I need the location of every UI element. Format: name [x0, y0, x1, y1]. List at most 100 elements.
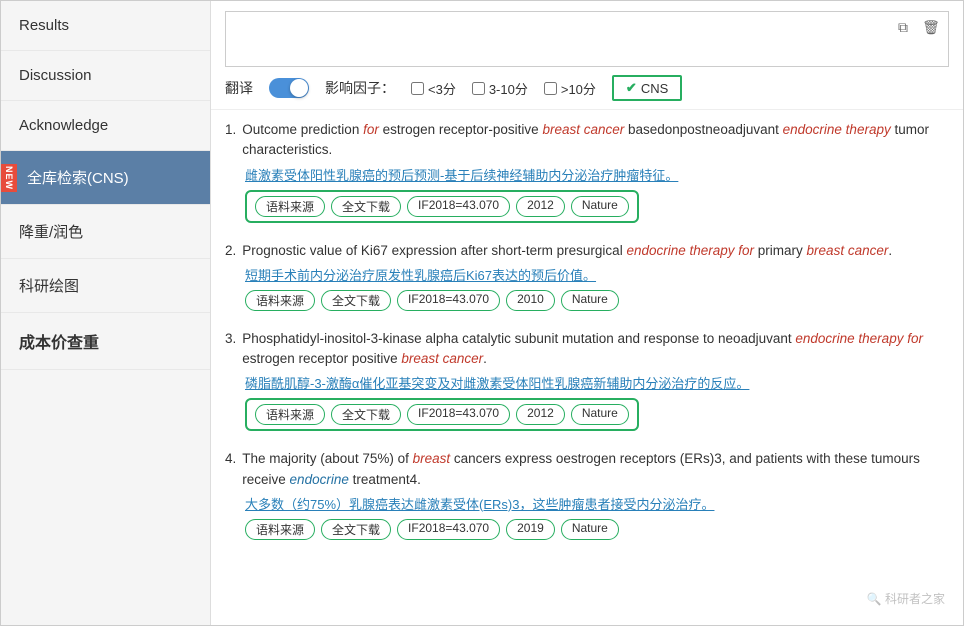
result-translated[interactable]: 磷脂酰肌醇-3-激酶α催化亚基突变及对雌激素受体阳性乳腺癌新辅助内分泌治疗的反应… [245, 373, 949, 392]
title-normal: Outcome prediction [242, 122, 363, 137]
tag[interactable]: IF2018=43.070 [397, 519, 500, 540]
filter-gt10-checkbox[interactable] [544, 82, 557, 95]
result-title-text: Outcome prediction for estrogen receptor… [242, 120, 949, 161]
cns-label: CNS [641, 81, 668, 96]
new-badge: NEW [1, 164, 17, 192]
sidebar-item-label: Discussion [19, 67, 92, 84]
tag[interactable]: IF2018=43.070 [397, 290, 500, 311]
title-italic-red: breast cancer [807, 243, 889, 258]
result-title-row: 2. Prognostic value of Ki67 expression af… [225, 241, 949, 261]
title-normal: primary [754, 243, 807, 258]
result-title-row: 1.Outcome prediction for estrogen recept… [225, 120, 949, 161]
title-normal: . [483, 351, 487, 366]
main-panel: ⧉ 🗑 翻译 影响因子： <3分 3-10分 >10分 [211, 1, 963, 625]
title-italic-red: en [795, 331, 810, 346]
title-italic-red: breast [413, 451, 451, 466]
sidebar-item-results[interactable]: Results [1, 1, 210, 51]
tag[interactable]: Nature [561, 519, 619, 540]
copy-icon[interactable]: ⧉ [892, 16, 914, 38]
title-normal: estrogen receptor-positive [379, 122, 543, 137]
sidebar-item-label: Results [19, 17, 69, 34]
filter-gt10[interactable]: >10分 [544, 79, 596, 98]
result-title-row: 3. Phosphatidyl-inositol-3-kinase alpha c… [225, 329, 949, 370]
tag[interactable]: 语料来源 [255, 404, 325, 425]
tag[interactable]: 2010 [506, 290, 555, 311]
title-italic-red: crine therapy [813, 122, 891, 137]
sidebar-item-label: Acknowledge [19, 117, 108, 134]
tag[interactable]: 全文下载 [321, 519, 391, 540]
tag[interactable]: Nature [561, 290, 619, 311]
title-normal: Prognostic value of Ki67 expression afte… [242, 243, 626, 258]
sidebar-item-discussion[interactable]: Discussion [1, 51, 210, 101]
title-normal: cancers express oestrogen receptors (ERs… [450, 451, 819, 466]
tag[interactable]: IF2018=43.070 [407, 196, 510, 217]
sidebar-item-full-search[interactable]: NEW 全库检索(CNS) [1, 151, 210, 205]
impact-label: 影响因子： [325, 78, 395, 98]
result-title-text: Prognostic value of Ki67 expression afte… [242, 241, 949, 261]
title-italic-red: breast cancer [401, 351, 483, 366]
results-list: 1.Outcome prediction for estrogen recept… [211, 110, 963, 625]
result-num: 1. [225, 120, 236, 161]
title-normal: The majority (about 75%) of [242, 451, 412, 466]
filter-lt3[interactable]: <3分 [411, 79, 456, 98]
title-normal: treatment4. [349, 472, 421, 487]
tag[interactable]: 全文下载 [321, 290, 391, 311]
sidebar-item-image-color[interactable]: 降重/润色 [1, 205, 210, 259]
tag[interactable]: 语料来源 [255, 196, 325, 217]
filter-3to10-checkbox[interactable] [472, 82, 485, 95]
title-italic-red: docrine therapy [810, 331, 907, 346]
result-item: 4.The majority (about 75%) of breast can… [225, 449, 949, 540]
tag[interactable]: Nature [571, 404, 629, 425]
title-italic-red: endo [783, 122, 813, 137]
result-translated[interactable]: 大多数（约75%）乳腺癌表达雌激素受体(ERs)3，这些肿瘤患者接受内分泌治疗。 [245, 494, 949, 513]
tag[interactable]: 2012 [516, 196, 565, 217]
toggle-knob [290, 79, 308, 97]
sidebar-item-label: 科研绘图 [19, 278, 79, 295]
delete-icon[interactable]: 🗑 [920, 16, 942, 38]
title-italic-red: endocrine therapy for [626, 243, 754, 258]
sidebar-item-acknowledge[interactable]: Acknowledge [1, 101, 210, 151]
title-italic-blue: endocrine [290, 472, 349, 487]
filter-3to10[interactable]: 3-10分 [472, 79, 528, 98]
tag[interactable]: 语料来源 [245, 519, 315, 540]
tag[interactable]: Nature [571, 196, 629, 217]
result-num: 3. [225, 329, 236, 370]
result-item: 3. Phosphatidyl-inositol-3-kinase alpha c… [225, 329, 949, 432]
translate-toggle[interactable] [269, 78, 309, 98]
tag[interactable]: 2012 [516, 404, 565, 425]
sidebar: Results Discussion Acknowledge NEW 全库检索(CNS)… [1, 1, 211, 625]
title-italic-red: for [907, 331, 923, 346]
sidebar-item-research-chart[interactable]: 科研绘图 [1, 259, 210, 313]
result-num: 4. [225, 449, 236, 490]
result-title-row: 4.The majority (about 75%) of breast can… [225, 449, 949, 490]
tag[interactable]: 全文下载 [331, 196, 401, 217]
filter-lt3-checkbox[interactable] [411, 82, 424, 95]
tag[interactable]: IF2018=43.070 [407, 404, 510, 425]
tag[interactable]: 全文下载 [331, 404, 401, 425]
sidebar-item-label: 成本价查重 [19, 335, 99, 352]
cns-button[interactable]: ✔ CNS [612, 75, 682, 101]
sidebar-item-label: 全库检索(CNS) [27, 170, 129, 187]
translate-label: 翻译 [225, 78, 253, 98]
sidebar-item-cost-check[interactable]: 成本价查重 [1, 313, 210, 370]
result-translated[interactable]: 雌激素受体阳性乳腺癌的预后预测-基于后续神经辅助内分泌治疗肿瘤特征。 [245, 165, 949, 184]
result-title-text: The majority (about 75%) of breast cance… [242, 449, 949, 490]
result-title-text: Phosphatidyl-inositol-3-kinase alpha cat… [242, 329, 949, 370]
result-translated[interactable]: 短期手术前内分泌治疗原发性乳腺癌后Ki67表达的预后价值。 [245, 265, 949, 284]
result-item: 2. Prognostic value of Ki67 expression af… [225, 241, 949, 311]
title-normal: . [888, 243, 892, 258]
sidebar-item-label: 降重/润色 [19, 224, 83, 241]
title-normal: estrogen receptor positive [242, 351, 401, 366]
title-normal: basedonpostneoadjuvant [624, 122, 782, 137]
filter-bar: 翻译 影响因子： <3分 3-10分 >10分 ✔ CNS [211, 67, 963, 110]
result-item: 1.Outcome prediction for estrogen recept… [225, 120, 949, 223]
result-num: 2. [225, 241, 236, 261]
title-normal: Phosphatidyl-inositol-3-kinase alpha cat… [242, 331, 795, 346]
tag-row: 语料来源全文下载 IF2018=43.070 2019 Nature [245, 519, 949, 540]
tag-row-bordered: 语料来源全文下载 IF2018=43.070 2012 Nature [245, 190, 639, 223]
cns-checkmark: ✔ [626, 80, 637, 96]
tag[interactable]: 语料来源 [245, 290, 315, 311]
search-box: ⧉ 🗑 [225, 11, 949, 67]
tag-row-bordered: 语料来源全文下载 IF2018=43.070 2012 Nature [245, 398, 639, 431]
tag[interactable]: 2019 [506, 519, 555, 540]
